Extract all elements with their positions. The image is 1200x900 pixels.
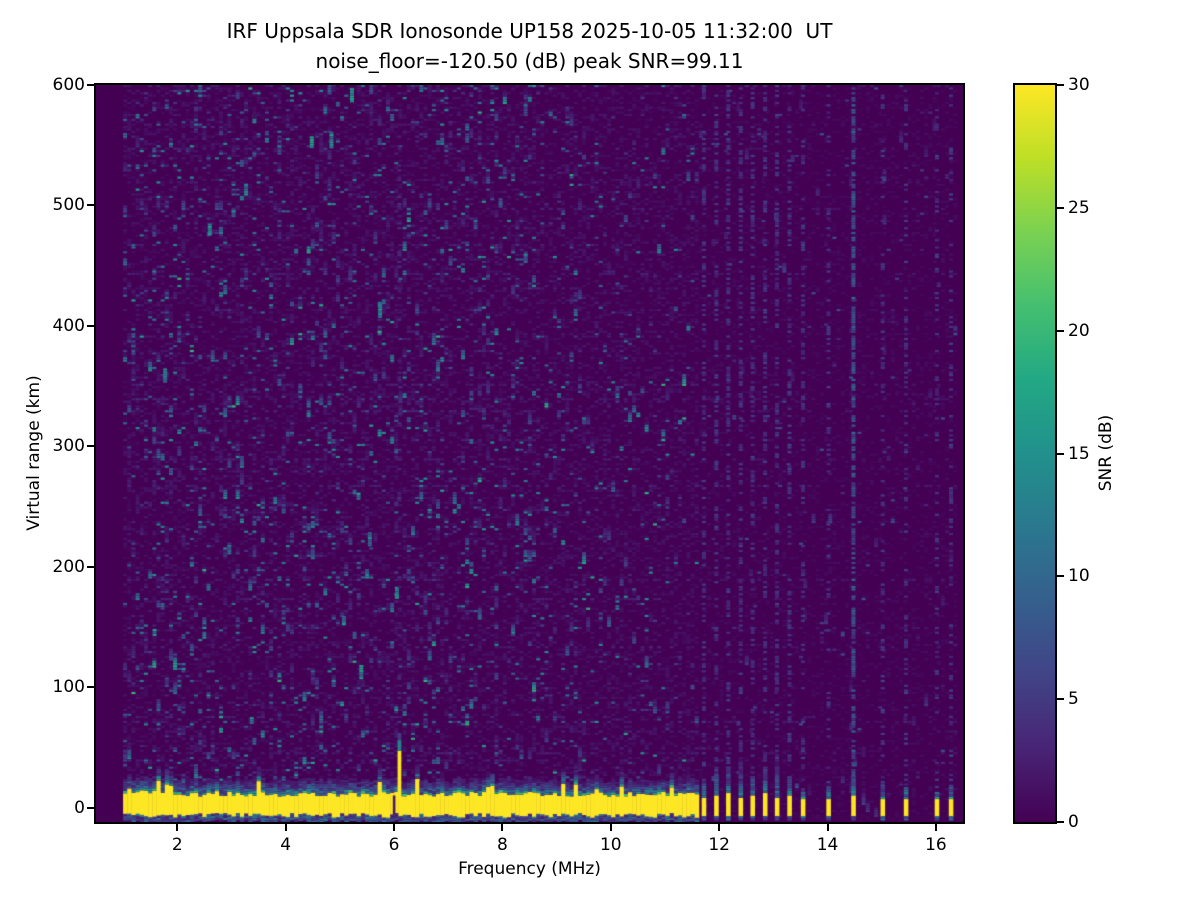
x-tick-label: 10: [581, 834, 641, 856]
x-tick-label: 14: [798, 834, 858, 856]
colorbar-gradient: [1015, 85, 1055, 822]
y-tick-label: 0: [21, 798, 85, 818]
x-tick-mark: [610, 822, 612, 831]
x-tick-label: 16: [906, 834, 966, 856]
x-tick-mark: [285, 822, 287, 831]
y-tick-mark: [87, 84, 96, 86]
ionogram-heatmap-canvas: [96, 85, 963, 822]
x-tick-mark: [501, 822, 503, 831]
x-tick-mark: [935, 822, 937, 831]
colorbar-tick-label: 30: [1068, 75, 1114, 95]
colorbar-tick-mark: [1055, 330, 1064, 332]
colorbar-tick-mark: [1055, 821, 1064, 823]
x-tick-mark: [718, 822, 720, 831]
x-tick-mark: [393, 822, 395, 831]
y-tick-label: 300: [21, 436, 85, 456]
x-tick-label: 12: [689, 834, 749, 856]
x-tick-label: 4: [256, 834, 316, 856]
y-tick-mark: [87, 445, 96, 447]
colorbar-tick-label: 20: [1068, 321, 1114, 341]
chart-title-line1: IRF Uppsala SDR Ionosonde UP158 2025-10-…: [96, 18, 963, 44]
chart-title-line2: noise_floor=-120.50 (dB) peak SNR=99.11: [96, 48, 963, 74]
y-tick-label: 400: [21, 316, 85, 336]
colorbar-tick-label: 25: [1068, 198, 1114, 218]
colorbar-tick-label: 10: [1068, 566, 1114, 586]
y-tick-label: 200: [21, 557, 85, 577]
x-axis-label: Frequency (MHz): [96, 858, 963, 880]
x-tick-mark: [176, 822, 178, 831]
colorbar-tick-mark: [1055, 698, 1064, 700]
x-tick-label: 6: [364, 834, 424, 856]
x-tick-label: 2: [147, 834, 207, 856]
colorbar-tick-mark: [1055, 575, 1064, 577]
colorbar-tick-label: 0: [1068, 812, 1114, 832]
y-tick-label: 500: [21, 195, 85, 215]
y-tick-mark: [87, 566, 96, 568]
x-tick-label: 8: [472, 834, 532, 856]
colorbar-tick-mark: [1055, 207, 1064, 209]
y-tick-mark: [87, 325, 96, 327]
colorbar-tick-label: 5: [1068, 689, 1114, 709]
colorbar-tick-mark: [1055, 84, 1064, 86]
ionogram-figure: IRF Uppsala SDR Ionosonde UP158 2025-10-…: [0, 0, 1200, 900]
colorbar-tick-mark: [1055, 453, 1064, 455]
y-tick-label: 600: [21, 75, 85, 95]
y-tick-mark: [87, 807, 96, 809]
x-tick-mark: [827, 822, 829, 831]
y-tick-label: 100: [21, 677, 85, 697]
y-tick-mark: [87, 686, 96, 688]
y-tick-mark: [87, 204, 96, 206]
colorbar-label: SNR (dB): [1095, 383, 1117, 523]
